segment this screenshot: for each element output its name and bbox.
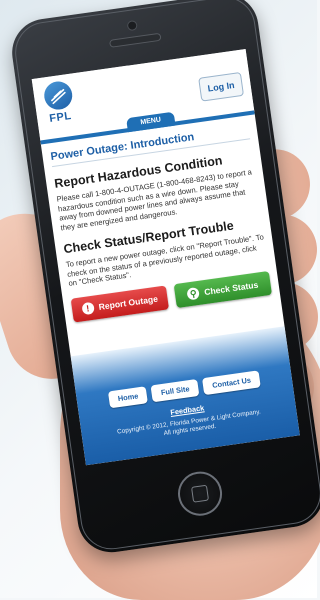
footer-link-contact-us[interactable]: Contact Us [202,370,261,396]
menu-tab[interactable]: MENU [126,111,176,133]
footer-link-home[interactable]: Home [107,386,149,409]
logo-text: FPL [48,109,73,125]
login-button[interactable]: Log In [198,71,245,102]
footer-link-full-site[interactable]: Full Site [150,378,200,403]
check-status-button[interactable]: ⚲ Check Status [173,270,272,308]
fpl-logo-icon[interactable] [42,79,75,112]
magnifier-icon: ⚲ [186,286,201,300]
report-outage-button[interactable]: ! Report Outage [70,284,169,323]
check-status-label: Check Status [203,279,259,297]
exclamation-icon: ! [80,301,95,315]
report-outage-label: Report Outage [97,293,159,312]
